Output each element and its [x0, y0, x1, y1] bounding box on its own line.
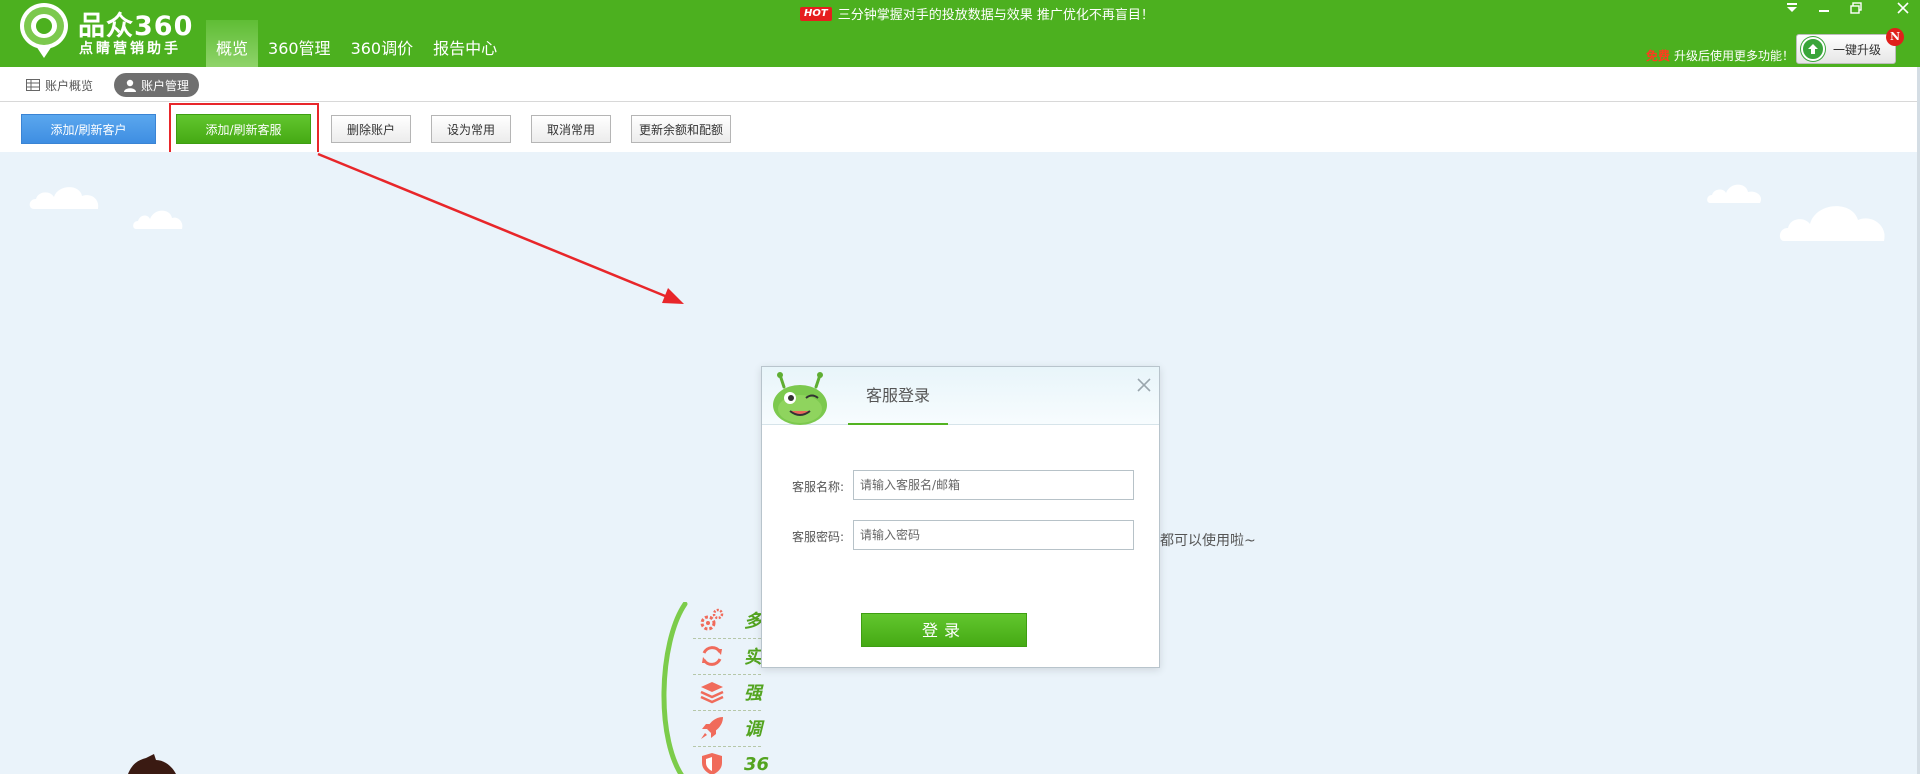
logo-pin-icon	[20, 3, 68, 58]
feature-text: 36	[744, 753, 770, 774]
app-logo: 品众360 点睛营销助手	[18, 2, 192, 62]
new-badge: N	[1886, 28, 1904, 46]
tab-report-center[interactable]: 报告中心	[423, 20, 507, 67]
feature-text: 调	[744, 719, 762, 740]
login-button[interactable]: 登录	[861, 613, 1027, 647]
feature-text: 实	[744, 647, 762, 668]
promo-text: 免费 升级后使用更多功能！	[1646, 47, 1794, 64]
grid-icon	[26, 79, 40, 91]
mascot-icon	[773, 372, 827, 425]
service-login-dialog: 客服登录 客服名称: 客服密码: 登录	[761, 366, 1160, 668]
user-icon	[124, 79, 136, 92]
upgrade-button[interactable]: 一键升级	[1796, 34, 1896, 64]
gears-icon	[700, 608, 724, 631]
close-window-icon[interactable]	[1892, 0, 1914, 16]
delete-account-button[interactable]: 删除账户	[331, 115, 411, 143]
feature-text: 多	[744, 611, 762, 632]
subtab-account-management[interactable]: 账户管理	[114, 73, 200, 97]
feature-row: 36	[699, 746, 819, 774]
feature-list: 多 实 强 调 36	[655, 602, 775, 774]
service-name-input[interactable]	[853, 470, 1134, 500]
promo-free: 免费	[1646, 49, 1671, 63]
subtab-account-management-label: 账户管理	[141, 78, 190, 93]
cloud-icon	[29, 187, 99, 209]
tab-overview[interactable]: 概览	[206, 20, 259, 67]
minimize-icon[interactable]	[1813, 0, 1835, 16]
title-bar: 品众360 点睛营销助手 概览 360管理 360调价 报告中心 HOT 三分钟…	[0, 0, 1920, 67]
dropdown-menu-icon[interactable]	[1781, 0, 1803, 16]
upgrade-label: 一键升级	[1833, 42, 1882, 57]
feature-row: 调	[699, 710, 819, 746]
cancel-favorite-button[interactable]: 取消常用	[531, 115, 611, 143]
hot-banner[interactable]: HOT 三分钟掌握对手的投放数据与效果 推广优化不再盲目！	[800, 4, 1154, 23]
cloud-icon	[1707, 184, 1762, 203]
layers-icon	[700, 682, 724, 704]
service-name-label: 客服名称:	[792, 480, 845, 494]
character-head-icon	[128, 754, 176, 774]
cloud-icon	[133, 210, 183, 229]
promo-message: 升级后使用更多功能！	[1674, 49, 1795, 63]
app-subtitle: 点睛营销助手	[79, 41, 181, 57]
hot-badge: HOT	[800, 6, 832, 21]
shield-icon	[702, 753, 722, 774]
set-favorite-button[interactable]: 设为常用	[431, 115, 511, 143]
feature-row: 强	[699, 674, 819, 710]
cloud-icon	[1779, 206, 1885, 241]
hot-banner-text: 三分钟掌握对手的投放数据与效果 推广优化不再盲目！	[837, 8, 1154, 23]
subtab-account-overview-label: 账户概览	[45, 78, 94, 93]
close-icon[interactable]	[1134, 375, 1154, 395]
restore-icon[interactable]	[1845, 0, 1867, 16]
feature-trail-text: 都可以使用啦~	[1160, 533, 1256, 549]
service-password-label: 客服密码:	[792, 530, 845, 544]
service-password-input[interactable]	[853, 520, 1134, 550]
sub-tab-bar: 账户概览 账户管理	[0, 67, 1920, 102]
subtab-account-overview[interactable]: 账户概览	[26, 73, 93, 97]
upgrade-arrow-icon	[1801, 37, 1825, 61]
dialog-title: 客服登录	[848, 367, 948, 425]
refresh-icon	[702, 646, 722, 666]
update-balance-quota-button[interactable]: 更新余额和配额	[631, 115, 731, 143]
rocket-icon	[701, 717, 723, 739]
main-nav: 概览 360管理 360调价 报告中心	[206, 20, 507, 67]
add-refresh-customer-button[interactable]: 添加/刷新客户	[21, 114, 156, 144]
feature-bracket	[661, 602, 688, 774]
highlight-box	[169, 103, 319, 154]
dialog-header: 客服登录	[762, 367, 1159, 425]
feature-text: 强	[744, 683, 762, 704]
tab-360-management[interactable]: 360管理	[258, 20, 341, 67]
tab-360-bidding[interactable]: 360调价	[341, 20, 424, 67]
